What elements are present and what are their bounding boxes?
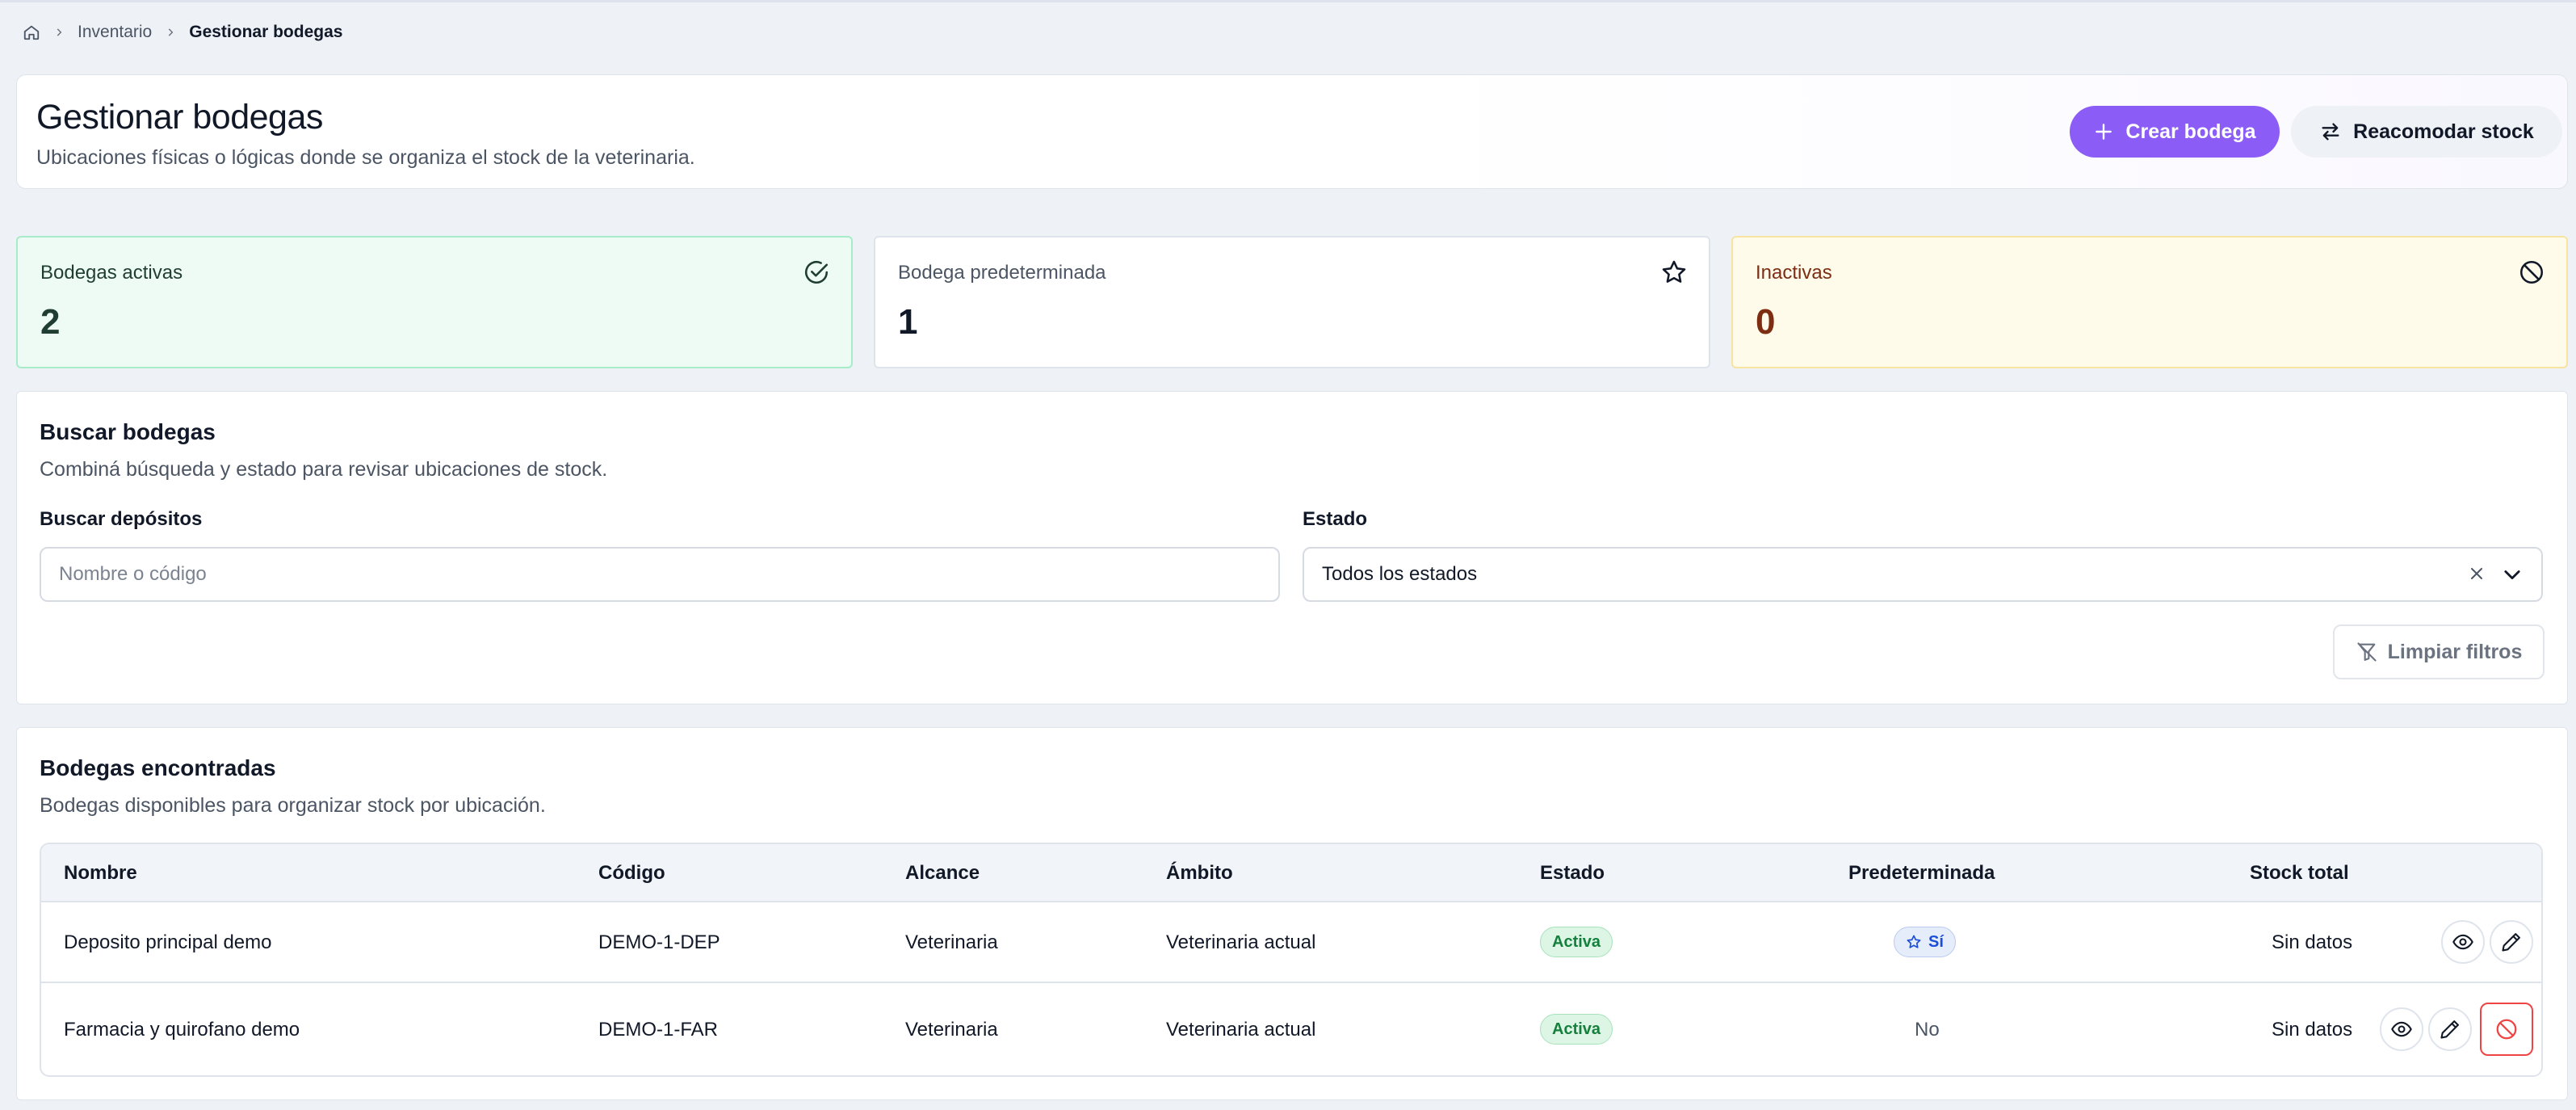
page-subtitle: Ubicaciones físicas o lógicas donde se o… [36,146,695,169]
column-header-status[interactable]: Estado [1540,862,1605,885]
status-badge: Activa [1540,927,1613,957]
table-header: Nombre Código Alcance Ámbito Estado Pred… [41,844,2541,902]
stat-card-default: Bodega predeterminada 1 [874,236,1710,368]
ban-icon [2518,259,2545,286]
cell-ambit: Veterinaria actual [1166,1019,1316,1041]
stat-value: 1 [898,302,918,342]
page-header: Gestionar bodegas Ubicaciones físicas o … [16,74,2568,189]
cell-code: DEMO-1-DEP [598,931,720,953]
cell-code: DEMO-1-FAR [598,1019,719,1041]
edit-button[interactable] [2490,920,2533,964]
clear-filters-button[interactable]: Limpiar filtros [2333,624,2545,679]
chevron-right-icon [165,27,176,38]
check-circle-icon [803,259,830,286]
home-icon[interactable] [23,23,40,41]
breadcrumb-current: Gestionar bodegas [189,23,343,41]
clear-filters-label: Limpiar filtros [2387,640,2523,663]
column-header-default[interactable]: Predeterminada [1848,862,1995,885]
chevron-right-icon [53,27,65,38]
cell-scope: Veterinaria [905,1019,998,1041]
column-header-name[interactable]: Nombre [64,862,137,885]
chevron-down-icon[interactable] [2501,563,2524,586]
view-button[interactable] [2380,1007,2423,1051]
edit-button[interactable] [2428,1007,2472,1051]
status-select-value: Todos los estados [1322,563,1478,585]
table-row[interactable]: Deposito principal demo DEMO-1-DEP Veter… [41,902,2541,983]
results-panel-subtitle: Bodegas disponibles para organizar stock… [40,794,546,817]
close-icon[interactable] [2467,564,2488,585]
cell-stock: Sin datos [2272,931,2353,953]
search-panel-subtitle: Combiná búsqueda y estado para revisar u… [40,458,608,481]
cell-name: Farmacia y quirofano demo [64,1019,300,1041]
warehouses-table: Nombre Código Alcance Ámbito Estado Pred… [40,843,2543,1077]
column-header-stock[interactable]: Stock total [2250,862,2349,885]
top-border [0,0,2576,2]
eye-icon [2390,1018,2413,1041]
ban-icon [2494,1017,2519,1041]
status-select-label: Estado [1303,508,1368,530]
stat-label: Inactivas [1756,262,1832,284]
pencil-icon [2439,1018,2461,1041]
column-header-code[interactable]: Código [598,862,665,885]
eye-icon [2452,931,2474,953]
stat-card-active: Bodegas activas 2 [16,236,853,368]
stat-label: Bodegas activas [40,262,183,284]
pencil-icon [2500,931,2523,953]
breadcrumb: Inventario Gestionar bodegas [23,19,342,45]
create-warehouse-button[interactable]: Crear bodega [2070,106,2280,158]
search-panel-title: Buscar bodegas [40,419,216,444]
stat-card-inactive: Inactivas 0 [1731,236,2568,368]
status-badge: Activa [1540,1014,1613,1045]
default-badge: Sí [1894,927,1956,957]
search-input-label: Buscar depósitos [40,508,203,530]
swap-icon [2319,120,2342,143]
restock-label: Reacomodar stock [2353,120,2534,143]
column-header-ambit[interactable]: Ámbito [1166,862,1233,885]
create-warehouse-label: Crear bodega [2125,120,2256,143]
column-header-scope[interactable]: Alcance [905,862,980,885]
stat-value: 2 [40,302,61,342]
page-title: Gestionar bodegas [36,98,323,137]
star-icon [1906,934,1922,950]
plus-icon [2093,121,2114,142]
restock-button[interactable]: Reacomodar stock [2291,106,2562,158]
breadcrumb-inventario[interactable]: Inventario [78,23,152,42]
search-input[interactable] [40,547,1280,602]
default-badge-label: Sí [1928,932,1944,951]
table-row[interactable]: Farmacia y quirofano demo DEMO-1-FAR Vet… [41,985,2541,1075]
results-panel: Bodegas encontradas Bodegas disponibles … [16,727,2568,1100]
cell-default: No [1915,1019,1940,1041]
cell-ambit: Veterinaria actual [1166,931,1316,953]
stat-value: 0 [1756,302,1776,342]
search-panel: Buscar bodegas Combiná búsqueda y estado… [16,391,2568,704]
deactivate-button[interactable] [2480,1003,2533,1056]
star-icon [1660,259,1688,286]
stat-label: Bodega predeterminada [898,262,1106,284]
cell-stock: Sin datos [2272,1019,2353,1041]
cell-scope: Veterinaria [905,931,998,953]
filter-off-icon [2356,641,2378,663]
status-select[interactable]: Todos los estados [1303,547,2543,602]
view-button[interactable] [2441,920,2485,964]
cell-name: Deposito principal demo [64,931,272,953]
results-panel-title: Bodegas encontradas [40,755,276,780]
